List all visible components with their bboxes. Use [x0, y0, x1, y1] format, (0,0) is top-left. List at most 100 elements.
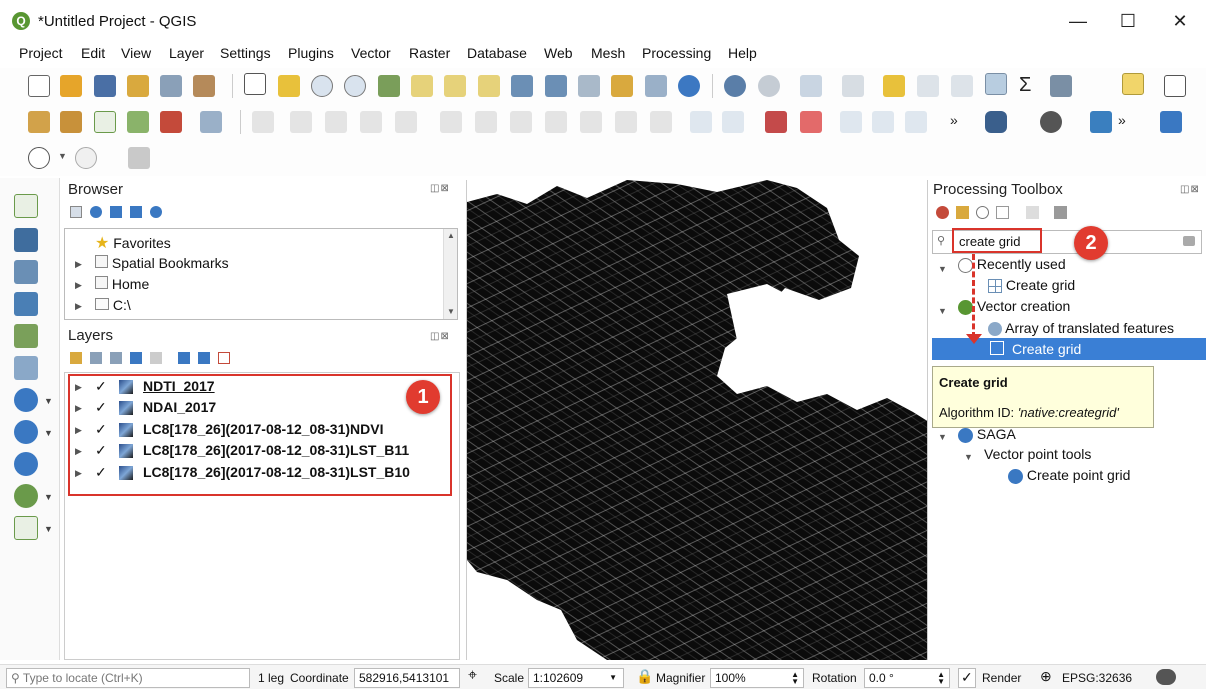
- menu-help[interactable]: Help: [728, 45, 757, 61]
- close-button[interactable]: ✕: [1160, 8, 1200, 34]
- chevron-down-icon[interactable]: ▼: [44, 396, 53, 406]
- chevron-down-icon[interactable]: ▼: [58, 151, 67, 161]
- text-annotation-icon[interactable]: [1164, 75, 1186, 97]
- toggle-editing-icon[interactable]: [60, 111, 82, 133]
- show-hide-labels-icon[interactable]: [800, 111, 822, 133]
- identify-dropdown-icon[interactable]: [758, 75, 780, 97]
- chevron-down-icon[interactable]: ▼: [44, 524, 53, 534]
- temporal-controller-icon[interactable]: [28, 147, 50, 169]
- collapse-arrow-icon[interactable]: ▼: [938, 264, 947, 274]
- add-spatialite-icon[interactable]: [14, 324, 38, 348]
- models-icon[interactable]: [936, 206, 949, 219]
- history-icon[interactable]: [976, 206, 989, 219]
- open-attribute-table-icon[interactable]: [800, 75, 822, 97]
- style-manager-icon[interactable]: [193, 75, 215, 97]
- sum-icon[interactable]: Σ: [1019, 74, 1031, 97]
- clear-search-icon[interactable]: [1183, 236, 1195, 246]
- list-item[interactable]: Spatial Bookmarks: [95, 255, 229, 271]
- refresh-icon[interactable]: [678, 75, 700, 97]
- deselect-features-icon[interactable]: [883, 75, 905, 97]
- menu-layer[interactable]: Layer: [169, 45, 204, 61]
- toolbar-overflow-icon[interactable]: »: [950, 112, 958, 128]
- merge-features-icon[interactable]: [580, 111, 602, 133]
- measure-line-icon[interactable]: [1050, 75, 1072, 97]
- rotate-label-icon[interactable]: [872, 111, 894, 133]
- layout-manager-icon[interactable]: [160, 75, 182, 97]
- list-item[interactable]: C:\: [95, 297, 131, 313]
- statistical-summary-icon[interactable]: [951, 75, 973, 97]
- add-wcs-layer-icon[interactable]: [14, 420, 38, 444]
- python-console-icon[interactable]: [1090, 111, 1112, 133]
- map-tips-icon[interactable]: [1122, 73, 1144, 95]
- chevron-down-icon[interactable]: ▼: [44, 492, 53, 502]
- tree-group-vector-point-tools[interactable]: Vector point tools: [984, 446, 1091, 462]
- delete-part-icon[interactable]: [510, 111, 532, 133]
- collapse-all-icon[interactable]: [198, 352, 210, 364]
- panel-float-close-icon[interactable]: ◫⊠: [1180, 184, 1200, 195]
- add-mesh-layer-icon[interactable]: [14, 260, 38, 284]
- menu-database[interactable]: Database: [467, 45, 527, 61]
- tree-item-create-point-grid[interactable]: Create point grid: [1008, 467, 1130, 484]
- delete-selected-icon[interactable]: [290, 111, 312, 133]
- vertex-tool-icon[interactable]: [200, 111, 222, 133]
- rotate-feature-icon[interactable]: [615, 111, 637, 133]
- add-virtual-layer-icon[interactable]: [14, 356, 38, 380]
- move-label-icon[interactable]: [840, 111, 862, 133]
- rotation-spinbox[interactable]: 0.0 ° ▲ ▼: [864, 668, 950, 688]
- tree-group-saga[interactable]: SAGA: [958, 426, 1016, 443]
- zoom-full-icon[interactable]: [378, 75, 400, 97]
- remove-layer-icon[interactable]: [218, 352, 230, 364]
- menu-processing[interactable]: Processing: [642, 45, 711, 61]
- menu-view[interactable]: View: [121, 45, 151, 61]
- add-vector-layer-icon[interactable]: [14, 194, 38, 218]
- redo-icon[interactable]: [475, 111, 497, 133]
- tree-item-array-translated[interactable]: Array of translated features: [988, 320, 1174, 337]
- split-features-icon[interactable]: [545, 111, 567, 133]
- scroll-down-icon[interactable]: ▼: [447, 307, 455, 316]
- maximize-button[interactable]: ☐: [1108, 8, 1148, 34]
- tree-item-create-grid[interactable]: Create grid: [988, 277, 1075, 294]
- edit-features-in-place-icon[interactable]: [1026, 206, 1039, 219]
- collapse-arrow-icon[interactable]: ▼: [938, 432, 947, 442]
- options-wrench-icon[interactable]: [1054, 206, 1067, 219]
- cloud-icon[interactable]: [75, 147, 97, 169]
- menu-edit[interactable]: Edit: [81, 45, 105, 61]
- db-manager-icon[interactable]: [985, 111, 1007, 133]
- scroll-up-icon[interactable]: ▲: [447, 231, 455, 240]
- zoom-out-icon[interactable]: [344, 75, 366, 97]
- new-print-layout-icon[interactable]: [127, 75, 149, 97]
- open-project-icon[interactable]: [60, 75, 82, 97]
- new-layer-icon[interactable]: [14, 516, 38, 540]
- map-canvas[interactable]: [466, 180, 928, 660]
- list-item[interactable]: Home: [95, 276, 149, 292]
- new-project-icon[interactable]: [28, 75, 50, 97]
- zoom-in-icon[interactable]: [311, 75, 333, 97]
- shield-icon[interactable]: [128, 147, 150, 169]
- crs-status[interactable]: EPSG:32636: [1062, 671, 1132, 685]
- globe-icon[interactable]: ⊕: [1040, 668, 1052, 685]
- collapse-arrow-icon[interactable]: ▼: [938, 306, 947, 316]
- pan-hand-icon[interactable]: [244, 73, 266, 95]
- add-selected-icon[interactable]: [70, 206, 82, 218]
- field-calculator-icon[interactable]: [917, 75, 939, 97]
- messages-icon[interactable]: [1156, 669, 1176, 685]
- processing-toolbox-icon[interactable]: [985, 73, 1007, 95]
- refresh-icon[interactable]: [90, 206, 102, 218]
- new-map-view-icon[interactable]: [578, 75, 600, 97]
- coordinate-field[interactable]: 582916,5413101: [354, 668, 460, 688]
- chevron-down-icon[interactable]: ▼: [44, 428, 53, 438]
- render-checkbox[interactable]: ✓: [958, 668, 976, 688]
- results-viewer-icon[interactable]: [996, 206, 1009, 219]
- zoom-to-selection-icon[interactable]: [411, 75, 433, 97]
- toggle-extents-icon[interactable]: ⌖: [468, 667, 477, 685]
- menu-project[interactable]: Project: [19, 45, 63, 61]
- info-icon[interactable]: [150, 206, 162, 218]
- menu-raster[interactable]: Raster: [409, 45, 450, 61]
- menu-mesh[interactable]: Mesh: [591, 45, 625, 61]
- filter-expression-icon[interactable]: [150, 352, 162, 364]
- zoom-native-icon[interactable]: [478, 75, 500, 97]
- lock-icon[interactable]: 🔒: [636, 668, 653, 685]
- copy-features-icon[interactable]: [360, 111, 382, 133]
- menu-web[interactable]: Web: [544, 45, 573, 61]
- help-contents-icon[interactable]: [1160, 111, 1182, 133]
